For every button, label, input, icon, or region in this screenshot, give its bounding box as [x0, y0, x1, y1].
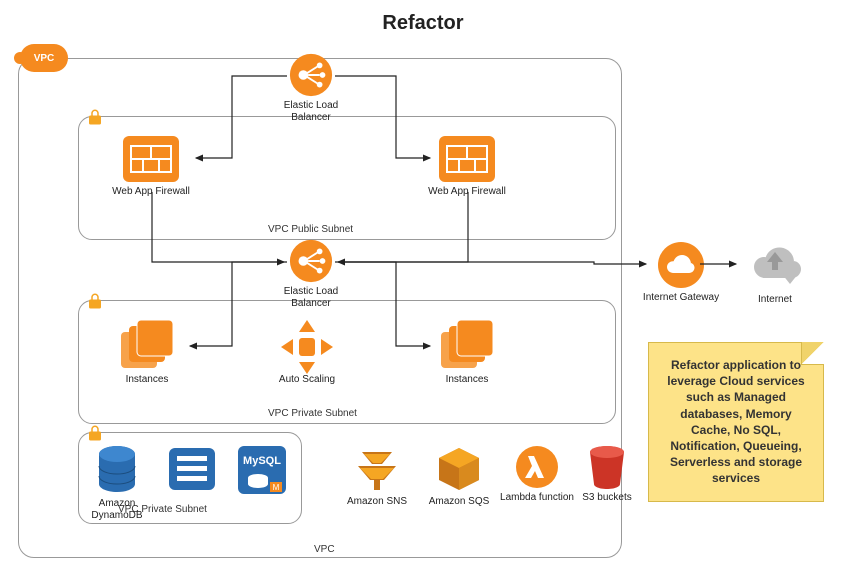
- note-text: Refactor application to leverage Cloud s…: [667, 358, 804, 485]
- vpc-badge: VPC: [20, 44, 68, 72]
- igw-label: Internet Gateway: [642, 292, 720, 304]
- elasticache: [162, 444, 222, 496]
- sticky-note: Refactor application to leverage Cloud s…: [648, 342, 824, 502]
- private-subnet-label: VPC Private Subnet: [268, 408, 357, 419]
- cloud-icon: [740, 236, 810, 292]
- vpc-footer-label: VPC: [314, 544, 335, 555]
- sqs: Amazon SQS: [420, 444, 498, 508]
- dynamodb-icon: [93, 444, 141, 496]
- lock-icon: [86, 292, 104, 310]
- waf-left: Web App Firewall: [112, 134, 190, 198]
- firewall-icon: [121, 134, 181, 184]
- lambda: Lambda function: [498, 444, 576, 504]
- autoscaling-icon: [277, 322, 337, 372]
- elb-top: Elastic Load Balancer: [272, 52, 350, 123]
- waf-right: Web App Firewall: [428, 134, 506, 198]
- autoscaling-label: Auto Scaling: [268, 374, 346, 386]
- public-subnet-label: VPC Public Subnet: [268, 224, 353, 235]
- instances-icon: [117, 322, 177, 372]
- gateway-icon: [656, 240, 706, 290]
- load-balancer-icon: [288, 52, 334, 98]
- autoscaling: Auto Scaling: [268, 322, 346, 386]
- instances-right: Instances: [428, 322, 506, 386]
- internet-gateway: Internet Gateway: [642, 240, 720, 304]
- lambda-label: Lambda function: [498, 492, 576, 504]
- instances-right-label: Instances: [428, 374, 506, 386]
- firewall-icon: [437, 134, 497, 184]
- instances-icon: [437, 322, 497, 372]
- dynamodb: Amazon DynamoDB: [82, 444, 152, 521]
- svg-text:MySQL: MySQL: [243, 455, 281, 467]
- lock-icon: [86, 424, 104, 442]
- cache-icon: [167, 444, 217, 494]
- mysql: MySQL M: [232, 444, 292, 498]
- sqs-icon: [435, 444, 483, 494]
- waf-left-label: Web App Firewall: [112, 186, 190, 198]
- sns: Amazon SNS: [338, 444, 416, 508]
- load-balancer-icon: [288, 238, 334, 284]
- s3: S3 buckets: [568, 444, 646, 504]
- elb-top-label: Elastic Load Balancer: [272, 100, 350, 123]
- mysql-icon: MySQL M: [236, 444, 288, 496]
- dynamodb-label: Amazon DynamoDB: [82, 498, 152, 521]
- instances-left-label: Instances: [108, 374, 186, 386]
- waf-right-label: Web App Firewall: [428, 186, 506, 198]
- instances-left: Instances: [108, 322, 186, 386]
- bucket-icon: [586, 444, 628, 490]
- svg-text:M: M: [273, 483, 280, 492]
- sqs-label: Amazon SQS: [420, 496, 498, 508]
- internet: Internet: [730, 236, 820, 306]
- page-title: Refactor: [0, 12, 846, 35]
- s3-label: S3 buckets: [568, 492, 646, 504]
- sns-icon: [352, 444, 402, 494]
- elb-mid: Elastic Load Balancer: [272, 238, 350, 309]
- internet-label: Internet: [730, 294, 820, 306]
- lock-icon: [86, 108, 104, 126]
- sns-label: Amazon SNS: [338, 496, 416, 508]
- lambda-icon: [514, 444, 560, 490]
- elb-mid-label: Elastic Load Balancer: [272, 286, 350, 309]
